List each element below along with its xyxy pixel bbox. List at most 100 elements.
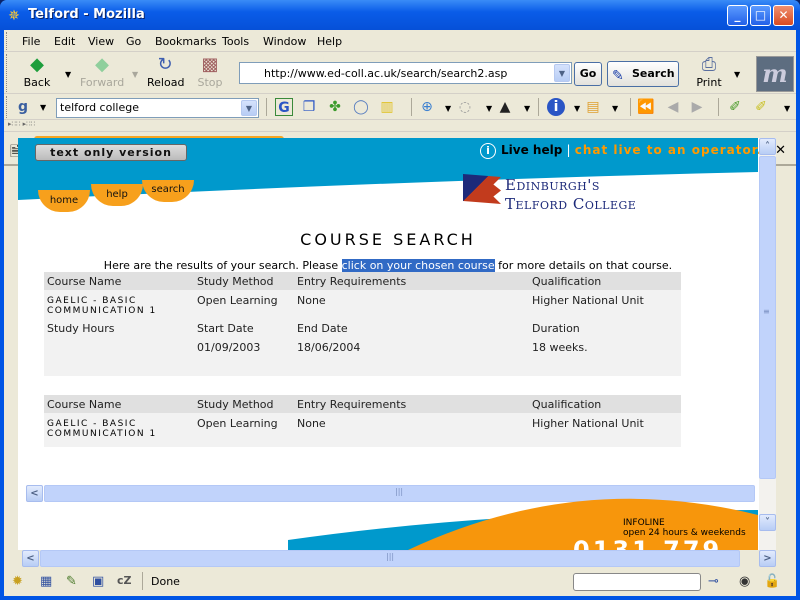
result-course-2[interactable]: Course Name Study Method Entry Requireme… xyxy=(44,395,681,447)
book-icon[interactable]: ▥ xyxy=(378,98,396,116)
header-course-name: Course Name xyxy=(47,398,122,411)
printer-icon: ⎙ xyxy=(701,54,717,75)
go-button[interactable]: Go xyxy=(574,62,602,86)
address-book-icon[interactable]: ▣ xyxy=(92,574,104,589)
nav-help-button[interactable]: help xyxy=(91,184,143,206)
close-button[interactable]: ✕ xyxy=(773,5,794,26)
close-tab-icon[interactable]: ✕ xyxy=(775,143,786,158)
search-icon: ✎ xyxy=(612,68,624,84)
highlighter-add-icon[interactable]: ✐ xyxy=(726,98,744,116)
toolbar-grip[interactable] xyxy=(6,54,12,92)
privacy-eye-icon[interactable]: ◉ xyxy=(739,574,750,589)
separator xyxy=(718,98,719,116)
header-study-method: Study Method xyxy=(197,398,274,411)
url-input[interactable]: http://www.ed-coll.ac.uk/search/search2.… xyxy=(239,62,572,84)
maximize-button[interactable]: □ xyxy=(750,5,771,26)
previous-icon[interactable]: ◀ xyxy=(664,98,682,116)
toolbar-grip[interactable] xyxy=(6,96,12,118)
graduation-cap-icon[interactable]: ▲ xyxy=(496,98,514,116)
mouse-icon[interactable]: ◌ xyxy=(456,98,474,116)
chatzilla-icon[interactable]: cZ xyxy=(117,574,132,587)
divider: | xyxy=(566,143,571,157)
text-only-version-button[interactable]: text only version xyxy=(35,144,187,161)
google-logo-icon[interactable]: g xyxy=(14,98,32,116)
reload-label: Reload xyxy=(147,76,185,89)
zoom-dropdown-icon[interactable]: ▼ xyxy=(445,104,451,113)
speech-bubble-icon[interactable]: ◯ xyxy=(352,98,370,116)
scroll-left-button[interactable]: < xyxy=(22,550,39,567)
menu-bookmarks[interactable]: Bookmarks xyxy=(155,35,216,48)
google-search-input[interactable]: telford college ▼ xyxy=(56,98,259,118)
collapsed-toolbars[interactable]: ▸∷∷ ▸∷∷ xyxy=(4,120,796,132)
horizontal-scrollbar-thumb[interactable]: ||| xyxy=(40,550,740,567)
menu-window[interactable]: Window xyxy=(263,35,306,48)
folder-dropdown-icon[interactable]: ▼ xyxy=(612,104,618,113)
zoom-icon[interactable]: ⊕ xyxy=(418,98,436,116)
search-button[interactable]: ✎ Search xyxy=(607,61,679,87)
college-logo[interactable]: Edinburgh's Telford College xyxy=(463,172,663,218)
clover-icon[interactable]: ✤ xyxy=(326,98,344,116)
mail-icon[interactable]: ▦ xyxy=(40,574,52,589)
vertical-scrollbar-thumb[interactable]: ≡ xyxy=(759,156,776,479)
google-search-icon[interactable]: G xyxy=(275,98,293,116)
study-method-value: Open Learning xyxy=(197,417,278,430)
unlocked-padlock-icon[interactable]: 🔓 xyxy=(764,574,780,589)
mouse-dropdown-icon[interactable]: ▼ xyxy=(486,104,492,113)
course-name[interactable]: GAELIC - BASIC COMMUNICATION 1 xyxy=(47,419,157,439)
entry-requirements-value: None xyxy=(297,417,326,430)
google-query-text: telford college xyxy=(60,101,139,114)
separator xyxy=(142,572,143,590)
back-dropdown-icon[interactable]: ▼ xyxy=(65,70,71,79)
menu-view[interactable]: View xyxy=(88,35,114,48)
info-dropdown-icon[interactable]: ▼ xyxy=(574,104,580,113)
url-dropdown-icon[interactable]: ▼ xyxy=(554,64,570,82)
scroll-up-button[interactable]: ˄ xyxy=(759,138,776,155)
info-icon[interactable]: i xyxy=(547,98,565,116)
title-bar: ✵ Telford - Mozilla _ □ ✕ xyxy=(0,0,800,30)
stop-button[interactable]: ▩ Stop xyxy=(197,54,223,89)
google-search-dropdown-icon[interactable]: ▼ xyxy=(241,100,257,116)
live-help[interactable]: i Live help | chat live to an operator... xyxy=(480,143,774,159)
browser-window: ✵ Telford - Mozilla _ □ ✕ File Edit View… xyxy=(0,0,800,600)
navigator-icon[interactable]: ✹ xyxy=(12,574,23,589)
rewind-icon[interactable]: ⏪ xyxy=(637,98,655,116)
print-button[interactable]: ⎙ Print xyxy=(696,54,722,89)
scroll-right-button[interactable]: > xyxy=(759,550,776,567)
course-name[interactable]: GAELIC - BASIC COMMUNICATION 1 xyxy=(47,296,157,316)
next-icon[interactable]: ▶ xyxy=(688,98,706,116)
composer-icon[interactable]: ✎ xyxy=(66,574,77,589)
print-label: Print xyxy=(696,76,722,89)
menu-file[interactable]: File xyxy=(22,35,40,48)
qualification-value: Higher National Unit xyxy=(532,417,644,430)
reload-button[interactable]: ↻ Reload xyxy=(147,54,185,89)
nav-home-button[interactable]: home xyxy=(38,190,90,212)
toolbar-grip[interactable] xyxy=(6,32,12,50)
pages-icon[interactable]: ❐ xyxy=(300,98,318,116)
menu-go[interactable]: Go xyxy=(126,35,141,48)
menu-tools[interactable]: Tools xyxy=(222,35,249,48)
online-plug-icon[interactable]: ⊸ xyxy=(708,574,719,589)
result-course-1[interactable]: Course Name Study Method Entry Requireme… xyxy=(44,272,681,376)
forward-button[interactable]: ◆ Forward xyxy=(80,54,124,89)
forward-dropdown-icon[interactable]: ▼ xyxy=(132,70,138,79)
intro-text: Here are the results of your search. Ple… xyxy=(18,259,758,272)
label-start-date: Start Date xyxy=(197,322,254,335)
highlighter-icon[interactable]: ✐ xyxy=(752,98,770,116)
back-button[interactable]: ◆ Back xyxy=(22,54,52,89)
menu-help[interactable]: Help xyxy=(317,35,342,48)
folder-icon[interactable]: ▤ xyxy=(584,98,602,116)
print-dropdown-icon[interactable]: ▼ xyxy=(734,70,740,79)
chat-live-link[interactable]: chat live to an operator... xyxy=(575,143,774,157)
google-toolbar: g ▼ telford college ▼ G ❐ ✤ ◯ ▥ ⊕ ▼ ◌ ▼ … xyxy=(4,94,796,120)
cap-dropdown-icon[interactable]: ▼ xyxy=(524,104,530,113)
menu-edit[interactable]: Edit xyxy=(54,35,75,48)
window-title: Telford - Mozilla xyxy=(28,7,145,22)
info-circle-icon: i xyxy=(480,143,496,159)
google-menu-dropdown-icon[interactable]: ▼ xyxy=(40,103,46,112)
highlighter-dropdown-icon[interactable]: ▼ xyxy=(784,104,790,113)
minimize-button[interactable]: _ xyxy=(727,5,748,26)
header-entry-requirements: Entry Requirements xyxy=(297,398,407,411)
mozilla-throbber-icon[interactable]: m xyxy=(756,56,794,92)
scroll-down-button[interactable]: ˅ xyxy=(759,514,776,531)
vertical-scrollbar[interactable]: ˄ ≡ ˅ xyxy=(759,138,776,550)
